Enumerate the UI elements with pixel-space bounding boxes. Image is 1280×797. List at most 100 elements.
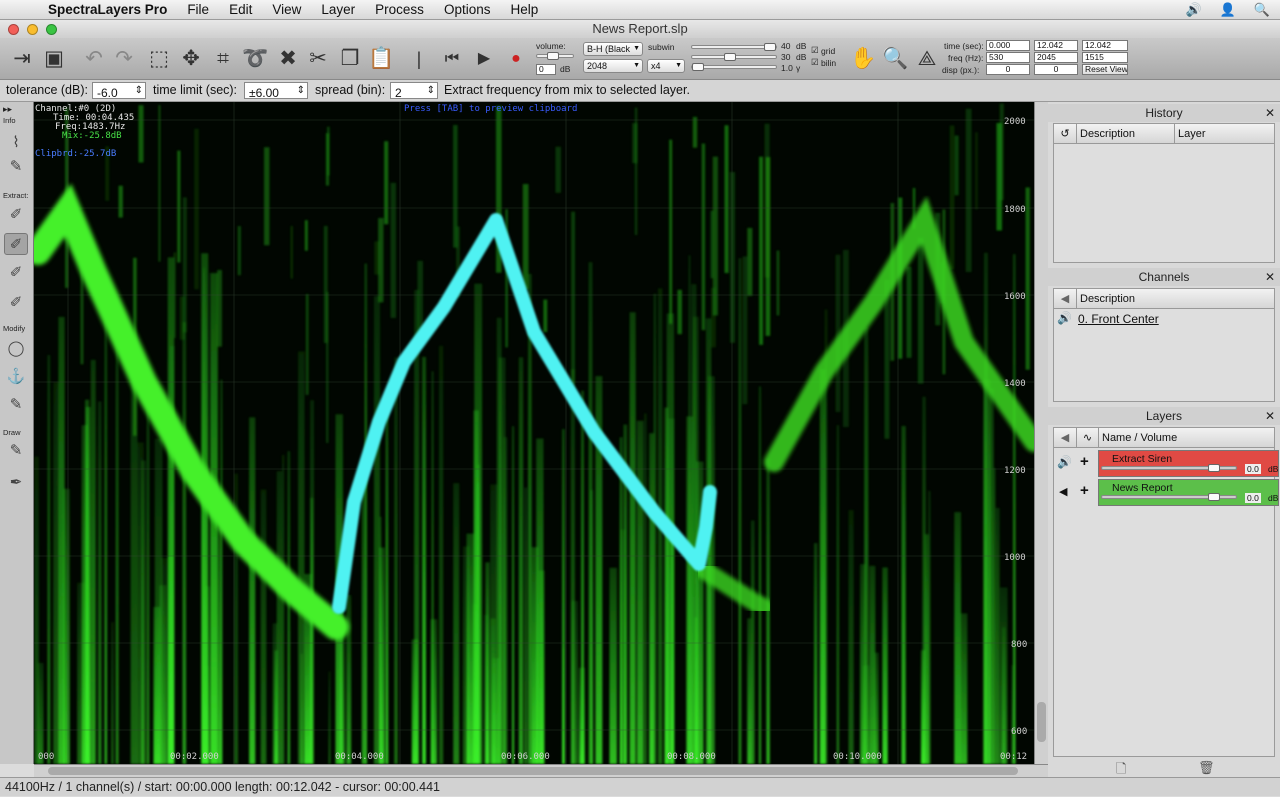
layer-1-speaker-icon[interactable]: 🔊	[1057, 455, 1072, 469]
volume-field[interactable]: 0	[536, 64, 556, 75]
tolerance-spinner[interactable]: -6.0	[92, 82, 146, 100]
layers-col-name[interactable]: Name / Volume	[1098, 428, 1274, 448]
horizontal-scroll-thumb[interactable]	[48, 767, 1018, 775]
freq-start-field[interactable]: 530	[986, 52, 1030, 63]
menu-app-name[interactable]: SpectraLayers Pro	[38, 0, 177, 20]
layers-wave-icon[interactable]: ∿	[1076, 428, 1098, 448]
db-range-mid-slider[interactable]	[691, 53, 777, 61]
menu-help[interactable]: Help	[500, 0, 548, 20]
draw-brush-icon[interactable]: ✎	[4, 440, 28, 462]
zoom-window-button[interactable]	[46, 24, 57, 35]
grid-checkbox[interactable]: ☑	[811, 45, 819, 56]
rewind-icon[interactable]: ⏮	[440, 44, 464, 74]
delete-icon[interactable]: ✖	[276, 44, 300, 74]
layer-2-volume-slider[interactable]	[1101, 493, 1237, 501]
draw-spray-icon[interactable]: ✒	[4, 472, 28, 494]
channel-item[interactable]: 0. Front Center	[1078, 312, 1159, 326]
paste-icon[interactable]: 📋	[368, 44, 394, 74]
hand-pan-icon[interactable]: ✋	[850, 44, 876, 74]
modify-brush-icon[interactable]: ✎	[4, 394, 28, 416]
spotlight-search-icon[interactable]: 🔍	[1254, 0, 1270, 20]
freq-length-field[interactable]: 1515	[1082, 52, 1128, 63]
3d-view-icon[interactable]: ⟁	[914, 44, 940, 74]
crop-icon[interactable]: ⌗	[210, 44, 236, 74]
info-waveform-icon[interactable]: ⌇	[4, 132, 28, 154]
close-history-icon[interactable]: ✕	[1265, 104, 1275, 122]
user-icon[interactable]: 👤	[1220, 0, 1236, 20]
bilin-checkbox[interactable]: ☑	[811, 57, 819, 68]
colormap-select[interactable]: B-H (Black	[583, 42, 643, 56]
eyedropper-icon[interactable]: ✎	[4, 156, 28, 178]
menu-options[interactable]: Options	[434, 0, 501, 20]
vertical-scrollbar[interactable]	[1034, 102, 1048, 764]
time-start-field[interactable]: 0.000	[986, 40, 1030, 51]
menu-file[interactable]: File	[177, 0, 219, 20]
layer-2-add-icon[interactable]: +	[1080, 482, 1089, 499]
close-window-button[interactable]	[8, 24, 19, 35]
minimize-window-button[interactable]	[27, 24, 38, 35]
menu-edit[interactable]: Edit	[219, 0, 262, 20]
layer-1-volume-slider[interactable]	[1101, 464, 1237, 472]
layer-row-news-report[interactable]: News Report 0.0 dB	[1098, 479, 1279, 506]
layers-speaker-icon[interactable]: ◀	[1054, 428, 1076, 448]
time-end-field[interactable]: 12.042	[1034, 40, 1078, 51]
menu-layer[interactable]: Layer	[311, 0, 365, 20]
palette-toggle-icon[interactable]: ▸▸	[3, 104, 12, 115]
layer-2-volume[interactable]: 0.0	[1245, 493, 1261, 503]
volume-icon[interactable]: 🔊	[1185, 0, 1201, 20]
modify-circle-icon[interactable]: ◯	[4, 338, 28, 360]
layer-row-extract-siren[interactable]: Extract Siren 0.0 dB	[1098, 450, 1279, 477]
spectral-streak	[609, 567, 617, 764]
import-icon[interactable]: ⇥	[8, 44, 36, 74]
channel-speaker-icon[interactable]: 🔊	[1057, 311, 1072, 325]
zoom-magnifier-icon[interactable]: 🔍	[882, 44, 908, 74]
fft-size-select[interactable]: 2048	[583, 59, 643, 73]
vertical-scroll-thumb[interactable]	[1037, 702, 1046, 742]
play-icon[interactable]: ▶	[472, 44, 496, 74]
menu-process[interactable]: Process	[365, 0, 434, 20]
cursor-line-icon[interactable]: |	[412, 44, 426, 74]
gamma-slider[interactable]	[691, 63, 777, 71]
history-undo-icon[interactable]: ↺	[1054, 124, 1076, 144]
history-col-layer[interactable]: Layer	[1174, 124, 1274, 144]
layer-2-speaker-icon[interactable]: ◀	[1059, 485, 1067, 498]
redo-icon[interactable]: ↷	[112, 44, 136, 74]
freq-tick-1000: 1000	[1004, 553, 1026, 563]
undo-icon[interactable]: ↶	[82, 44, 106, 74]
layer-1-add-icon[interactable]: +	[1080, 453, 1089, 470]
reset-view-button[interactable]: Reset View	[1082, 64, 1128, 75]
menu-view[interactable]: View	[262, 0, 311, 20]
db-range-top-slider[interactable]	[691, 43, 777, 51]
spectral-streak	[917, 237, 924, 384]
lasso-icon[interactable]: ➰	[242, 44, 268, 74]
record-icon[interactable]: ●	[504, 44, 528, 74]
freq-end-field[interactable]: 2045	[1034, 52, 1078, 63]
extract-transient-icon[interactable]: ✐	[4, 292, 28, 314]
move-icon[interactable]: ✥	[178, 44, 204, 74]
modify-stamp-icon[interactable]: ⚓	[4, 366, 28, 388]
time-limit-spinner[interactable]: ±6.00	[244, 82, 308, 100]
channels-col-description[interactable]: Description	[1076, 289, 1274, 309]
subwin-select[interactable]: x4	[647, 59, 685, 73]
marquee-select-icon[interactable]: ⬚	[146, 44, 172, 74]
time-length-field[interactable]: 12.042	[1082, 40, 1128, 51]
extract-frequency-icon[interactable]: ✐	[4, 233, 28, 255]
history-col-description[interactable]: Description	[1076, 124, 1174, 144]
cut-icon[interactable]: ✂	[306, 44, 330, 74]
disp-x-field[interactable]: 0	[986, 64, 1030, 75]
save-icon[interactable]: ▣	[40, 44, 68, 74]
delete-layer-icon[interactable]: 🗑	[1198, 760, 1215, 776]
spectral-streak	[430, 619, 437, 764]
spread-spinner[interactable]: 2	[390, 82, 438, 100]
extract-area-icon[interactable]: ✐	[4, 204, 28, 226]
close-channels-icon[interactable]: ✕	[1265, 268, 1275, 286]
channels-speaker-icon[interactable]: ◀	[1054, 289, 1076, 309]
disp-y-field[interactable]: 0	[1034, 64, 1078, 75]
extract-harmonics-icon[interactable]: ✐	[4, 262, 28, 284]
close-layers-icon[interactable]: ✕	[1265, 407, 1275, 425]
horizontal-scrollbar[interactable]	[34, 764, 1048, 777]
volume-slider[interactable]	[536, 52, 574, 60]
spectrogram-view[interactable]: Channel:#0 (2D) Time: 00:04.435 Freq:148…	[34, 102, 1034, 764]
copy-icon[interactable]: ❐	[338, 44, 362, 74]
layer-1-volume[interactable]: 0.0	[1245, 464, 1261, 474]
